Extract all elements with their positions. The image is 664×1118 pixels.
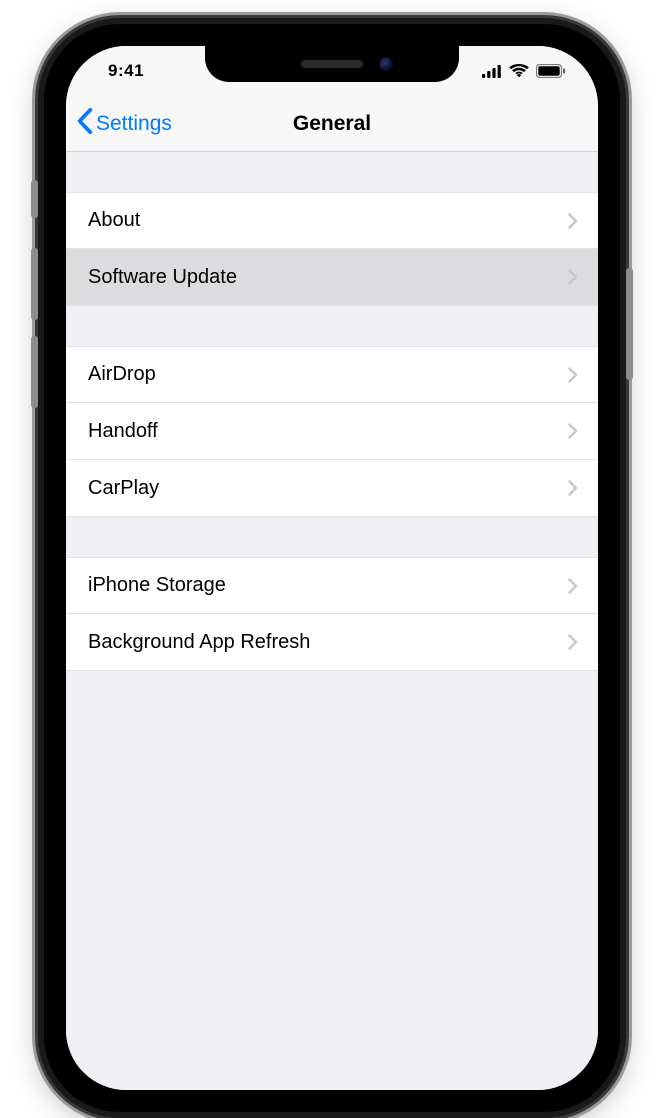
cellular-signal-icon [482,65,502,78]
settings-group: AirDrop Handoff CarPlay [66,346,598,517]
chevron-right-icon [568,269,578,285]
chevron-right-icon [568,367,578,383]
chevron-right-icon [568,213,578,229]
notch [205,46,459,82]
row-background-app-refresh[interactable]: Background App Refresh [66,614,598,671]
row-carplay[interactable]: CarPlay [66,460,598,517]
row-label: CarPlay [88,477,159,500]
row-handoff[interactable]: Handoff [66,403,598,460]
row-label: Software Update [88,266,237,289]
wifi-icon [509,64,529,78]
row-airdrop[interactable]: AirDrop [66,346,598,403]
chevron-right-icon [568,634,578,650]
speaker-grille [301,60,363,68]
silence-switch [31,180,38,218]
screen: 9:41 [66,46,598,1090]
row-iphone-storage[interactable]: iPhone Storage [66,557,598,614]
front-camera [379,57,393,71]
bezel: 9:41 [44,24,620,1112]
power-button [626,268,633,380]
row-label: Background App Refresh [88,631,310,654]
content: About Software Update A [66,152,598,1090]
settings-group: iPhone Storage Background App Refresh [66,557,598,671]
status-time: 9:41 [94,61,144,81]
page-title: General [66,112,598,136]
phone-frame: 9:41 [38,18,626,1118]
row-label: AirDrop [88,363,156,386]
chevron-right-icon [568,480,578,496]
row-about[interactable]: About [66,192,598,249]
row-label: About [88,209,140,232]
row-label: Handoff [88,420,158,443]
row-label: iPhone Storage [88,574,226,597]
status-right [482,64,570,78]
chevron-right-icon [568,423,578,439]
row-software-update[interactable]: Software Update [66,249,598,306]
nav-bar: Settings General [66,96,598,152]
battery-icon [536,64,566,78]
volume-up-button [31,248,38,320]
chevron-right-icon [568,578,578,594]
settings-group: About Software Update [66,192,598,306]
volume-down-button [31,336,38,408]
